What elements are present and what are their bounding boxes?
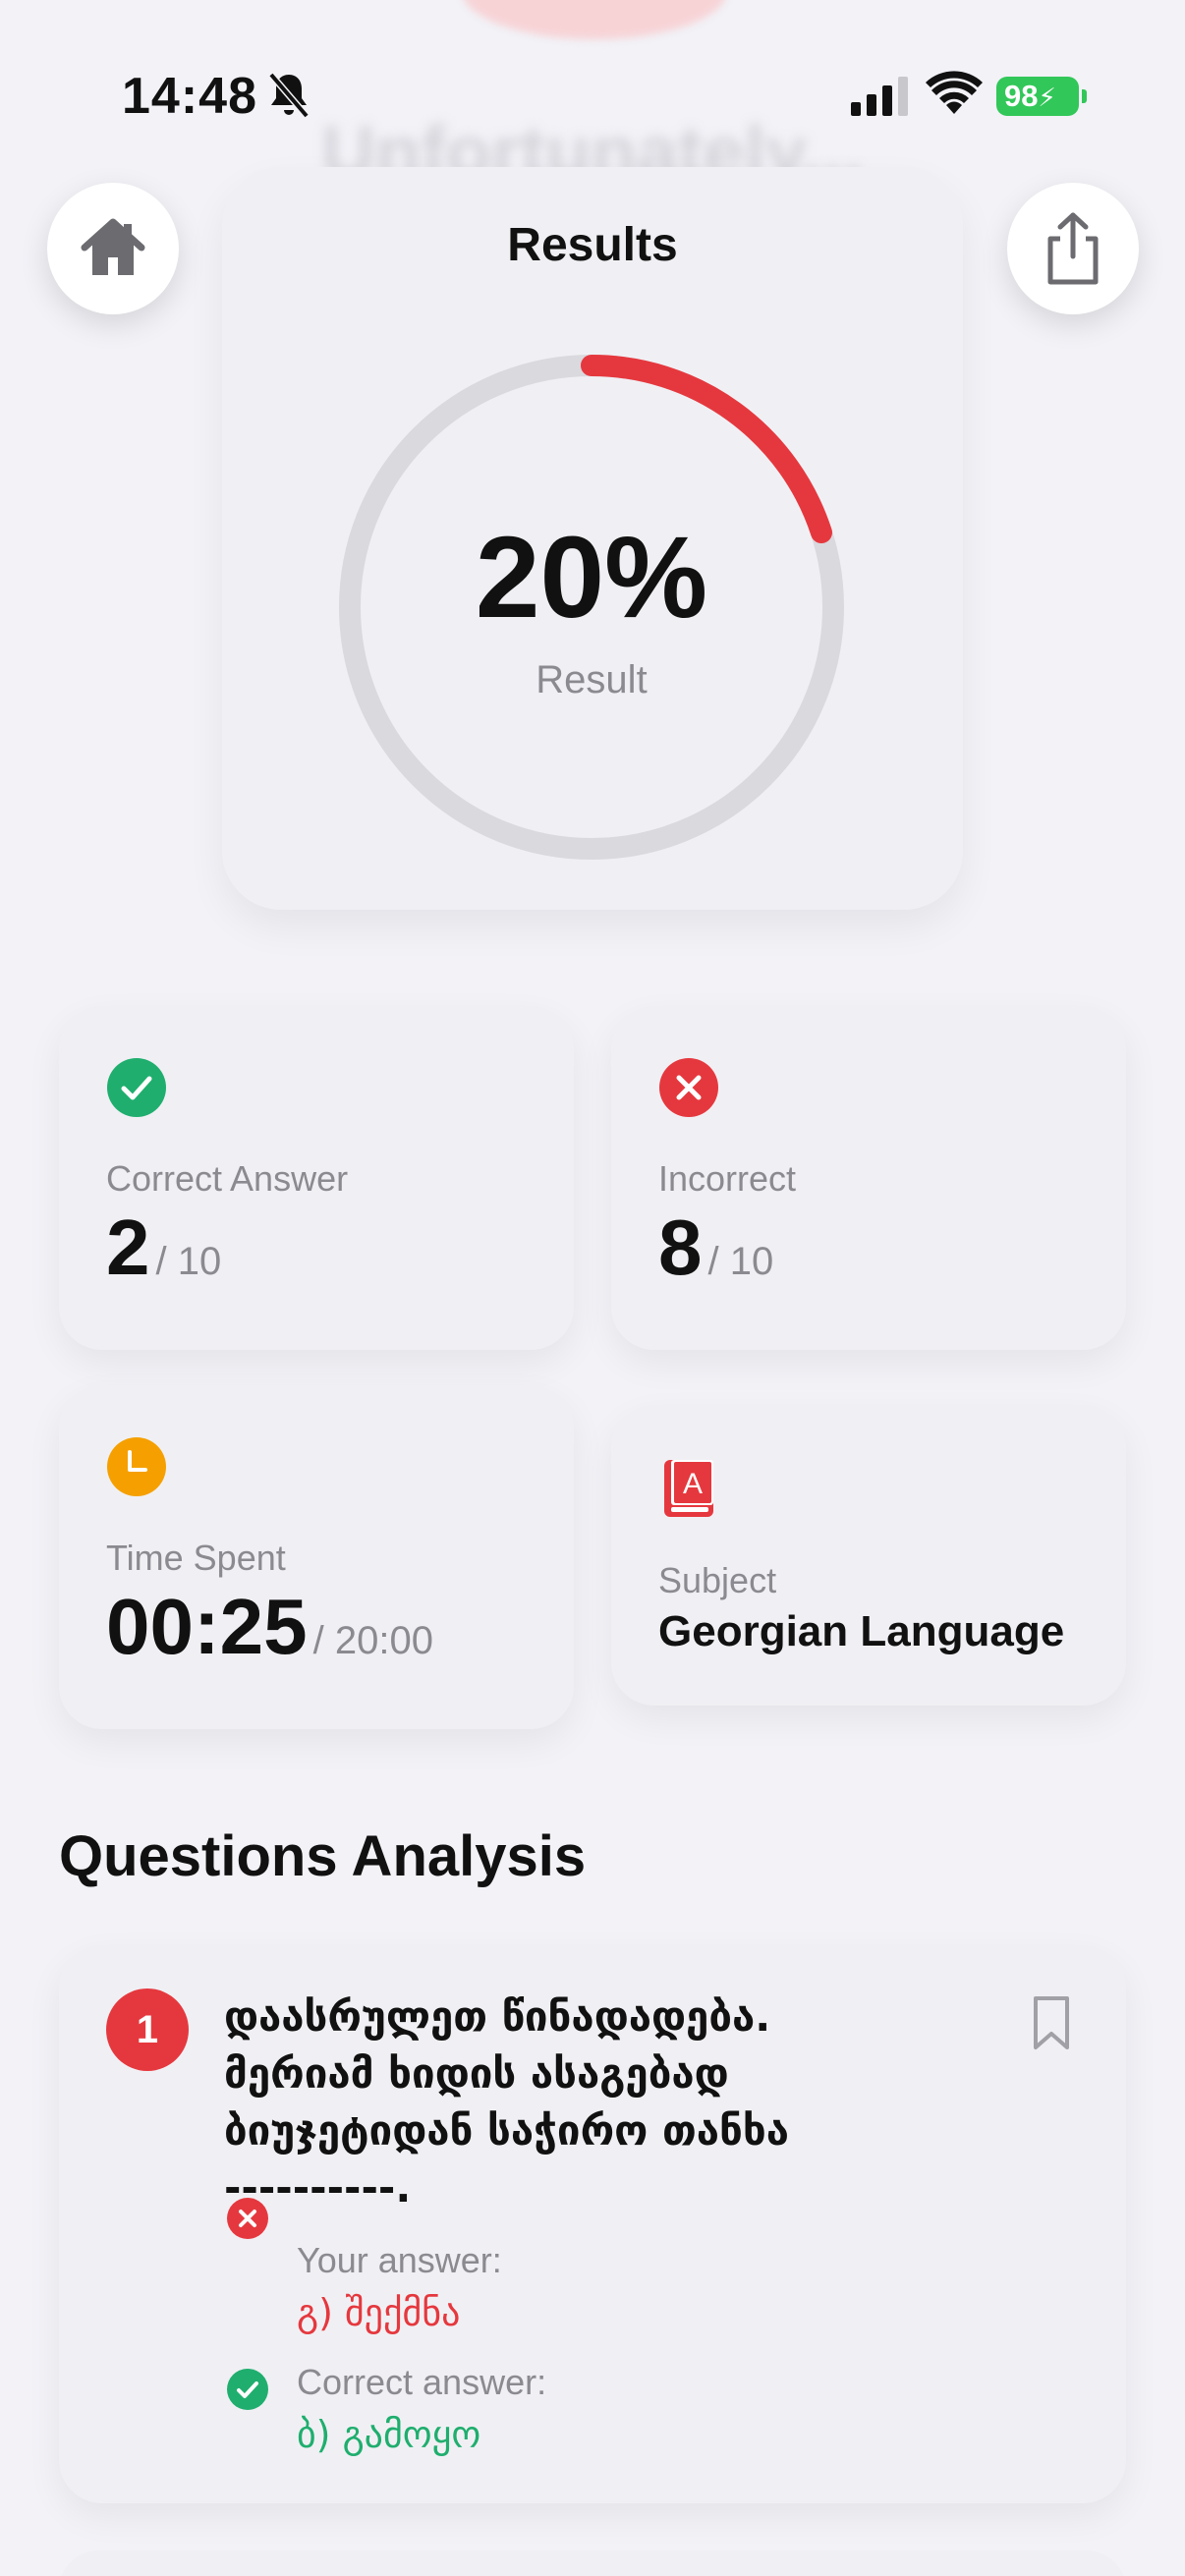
question-line: ----------.: [224, 2163, 412, 2212]
time-value-row: 00:25/ 20:00: [106, 1582, 433, 1672]
status-bar: 14:48 98⚡: [0, 0, 1185, 187]
result-percentage: 20%: [475, 513, 708, 643]
incorrect-answers-card: Incorrect 8/ 10: [611, 1006, 1126, 1350]
incorrect-count: 8/ 10: [658, 1203, 773, 1293]
your-answer-value: გ) შექმნა: [297, 2291, 461, 2334]
your-answer-label: Your answer:: [297, 2240, 502, 2280]
correct-label: Correct Answer: [106, 1158, 349, 1199]
time-total: / 20:00: [312, 1619, 433, 1662]
battery-indicator: 98⚡: [996, 77, 1087, 116]
correct-answer-label: Correct answer:: [297, 2362, 547, 2402]
subject-card: A Subject Georgian Language: [611, 1405, 1126, 1706]
subject-label: Subject: [658, 1560, 777, 1600]
charging-bolt-icon: ⚡: [1038, 83, 1056, 112]
incorrect-label: Incorrect: [658, 1158, 797, 1199]
clock-icon: [107, 1437, 166, 1496]
check-circle-icon: [107, 1058, 166, 1117]
dictionary-book-icon: A: [664, 1460, 713, 1517]
time-value: 00:25: [106, 1583, 308, 1670]
correct-total: / 10: [155, 1240, 222, 1283]
subject-value: Georgian Language: [658, 1607, 1065, 1655]
result-label: Result: [536, 658, 648, 701]
question-line: მერიამ ხიდის ასაგებად: [224, 2049, 729, 2098]
question-number-badge: 1: [106, 1988, 189, 2071]
time-label: Time Spent: [106, 1538, 286, 1578]
share-button[interactable]: [1007, 183, 1139, 314]
bookmark-icon[interactable]: [1032, 1994, 1071, 2051]
svg-text:A: A: [683, 1468, 703, 1500]
question-line: დაასრულეთ წინადადება.: [224, 1992, 771, 2041]
question-text: დაასრულეთ წინადადება. მერიამ ხიდის ასაგე…: [224, 1988, 971, 2216]
battery-level: 98: [1004, 79, 1039, 113]
wifi-icon: [926, 71, 983, 114]
cellular-signal-icon: [851, 77, 908, 116]
correct-answer-value: ბ) გამოყო: [297, 2413, 481, 2456]
question-card[interactable]: 1 დაასრულეთ წინადადება. მერიამ ხიდის ასა…: [59, 1945, 1126, 2503]
correct-count: 2/ 10: [106, 1203, 221, 1293]
questions-analysis-heading: Questions Analysis: [59, 1824, 587, 1888]
wrong-answer-icon: [227, 2198, 268, 2239]
correct-answer-icon: [227, 2369, 268, 2410]
silent-bell-icon: [268, 72, 310, 119]
battery-cap: [1082, 89, 1087, 103]
incorrect-value: 8: [658, 1204, 703, 1291]
share-icon: [1047, 212, 1099, 285]
question-line: ბიუჯეტიდან საჭირო თანხა: [224, 2106, 790, 2155]
correct-value: 2: [106, 1204, 150, 1291]
status-time: 14:48: [122, 68, 257, 125]
next-question-card[interactable]: [59, 2550, 1126, 2576]
correct-answers-card: Correct Answer 2/ 10: [59, 1006, 574, 1350]
x-circle-icon: [659, 1058, 718, 1117]
time-spent-card: Time Spent 00:25/ 20:00: [59, 1385, 574, 1729]
incorrect-total: / 10: [707, 1240, 774, 1283]
